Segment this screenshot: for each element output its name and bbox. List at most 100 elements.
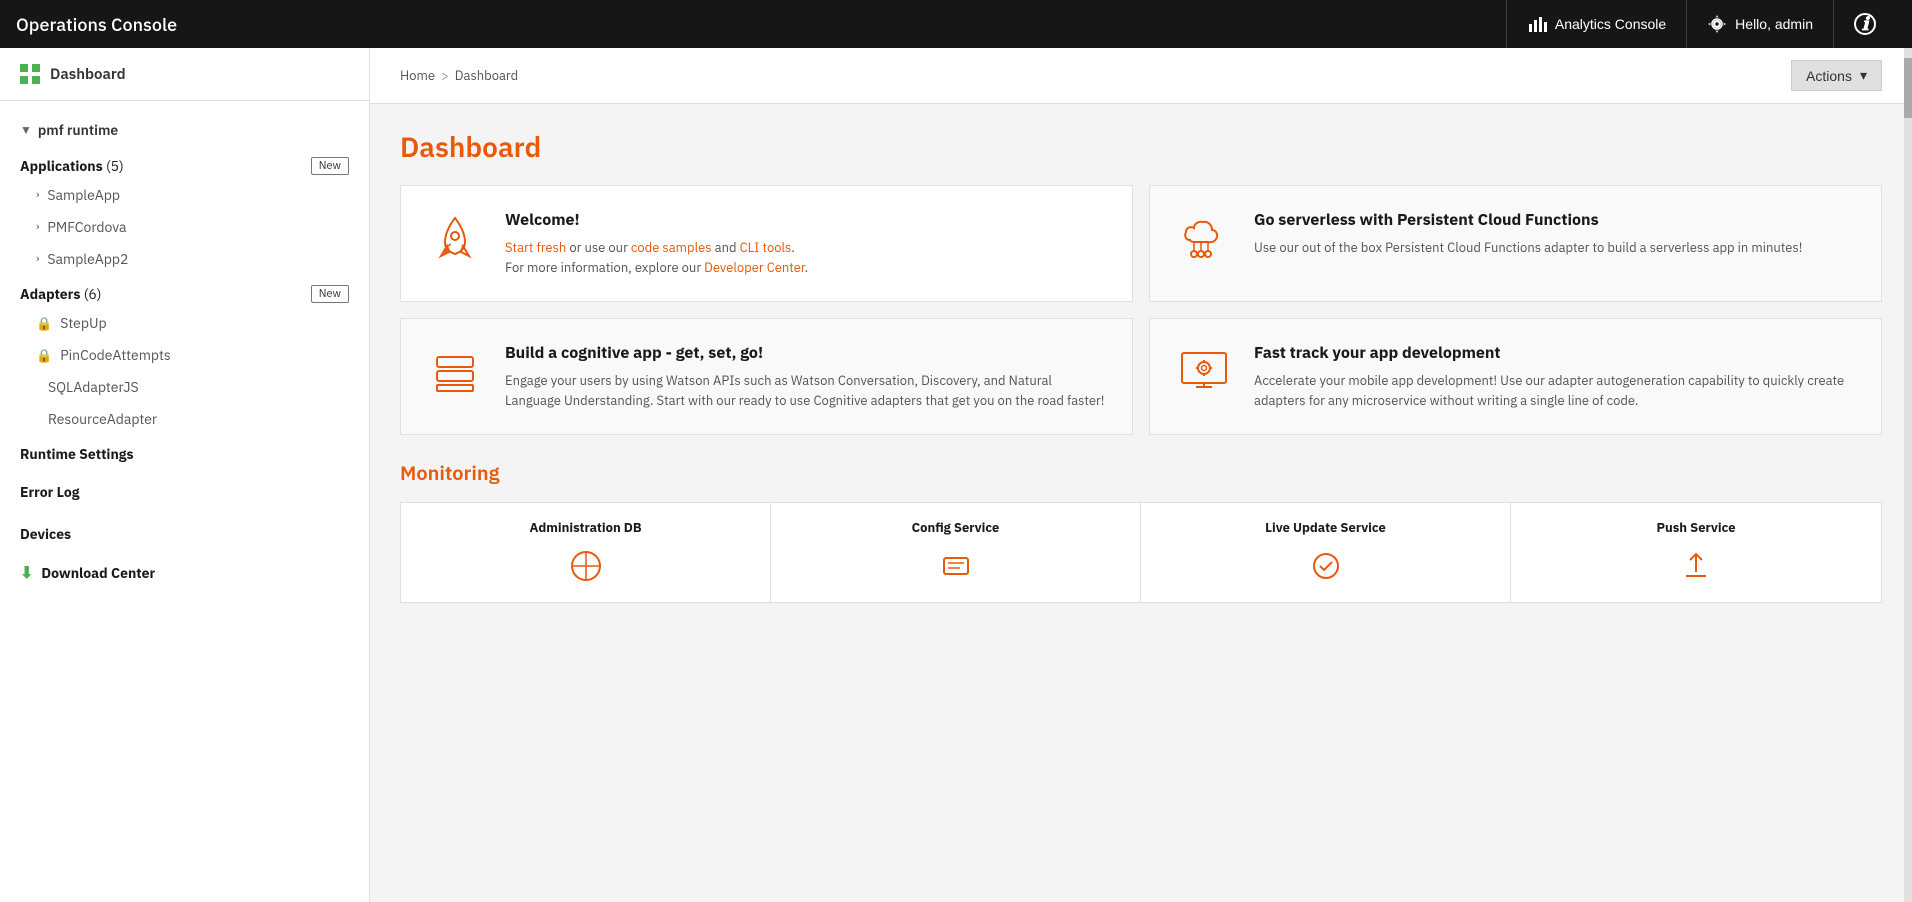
page-title: Dashboard <box>400 128 1882 165</box>
dashboard-grid-icon <box>20 64 40 84</box>
live-update-title: Live Update Service <box>1265 519 1386 536</box>
sidebar-item-runtime-settings[interactable]: Runtime Settings <box>20 435 349 473</box>
sidebar-item-stepup[interactable]: 🔒 StepUp <box>20 307 349 339</box>
developer-center-link[interactable]: Developer Center <box>704 259 805 276</box>
sidebar: Dashboard ▼ pmf runtime Applications (5)… <box>0 48 370 902</box>
code-samples-link[interactable]: code samples <box>631 239 712 256</box>
scrollbar-track[interactable] <box>1904 48 1912 902</box>
welcome-card-body: Welcome! Start fresh or use our code sam… <box>505 210 808 277</box>
monitoring-item-push-service: Push Service <box>1511 503 1881 602</box>
db-icon <box>568 548 604 584</box>
monitoring-item-live-update: Live Update Service <box>1141 503 1511 602</box>
breadcrumb-home[interactable]: Home <box>400 67 435 84</box>
cognitive-card: Build a cognitive app - get, set, go! En… <box>400 318 1133 435</box>
sidebar-item-pmfcordova[interactable]: › PMFCordova <box>20 211 349 243</box>
push-service-icon <box>1676 546 1716 586</box>
applications-new-badge: New <box>311 157 349 175</box>
admin-db-title: Administration DB <box>529 519 641 536</box>
sidebar-item-download-center[interactable]: ⬇ Download Center <box>20 553 349 593</box>
sidebar-item-pincodeattempts[interactable]: 🔒 PinCodeAttempts <box>20 339 349 371</box>
cognitive-card-icon <box>425 343 485 399</box>
serverless-card: Go serverless with Persistent Cloud Func… <box>1149 185 1882 302</box>
serverless-card-text: Use our out of the box Persistent Cloud … <box>1254 238 1802 258</box>
adapters-new-badge: New <box>311 285 349 303</box>
chevron-down-icon: ▾ <box>1860 67 1867 84</box>
app-name-sampleapp2: SampleApp2 <box>47 250 128 268</box>
sidebar-section-runtime: ▼ pmf runtime Applications (5) New › Sam… <box>0 101 369 515</box>
breadcrumb-current: Dashboard <box>455 67 518 84</box>
dashboard-label: Dashboard <box>50 65 126 84</box>
serverless-card-icon <box>1174 210 1234 266</box>
topbar: Operations Console Analytics Console <box>0 0 1912 48</box>
rocket-icon <box>427 210 483 266</box>
cognitive-card-body: Build a cognitive app - get, set, go! En… <box>505 343 1108 410</box>
main-content-area: Home > Dashboard Actions ▾ Dashboard <box>370 48 1912 902</box>
sidebar-devices-section: Devices <box>0 515 369 553</box>
config-icon <box>938 548 974 584</box>
topbar-right: Analytics Console Hello, admin ℹ <box>1506 0 1896 48</box>
analytics-icon <box>1527 14 1547 34</box>
actions-label: Actions <box>1806 68 1852 84</box>
adapter-name-sqladapterjs: SQLAdapterJS <box>48 378 139 396</box>
serverless-card-body: Go serverless with Persistent Cloud Func… <box>1254 210 1802 258</box>
monitoring-grid: Administration DB Config Service <box>400 502 1882 603</box>
settings-icon <box>1707 14 1727 34</box>
scrollbar-thumb[interactable] <box>1904 58 1912 118</box>
sidebar-download-section: ⬇ Download Center <box>0 553 369 593</box>
config-service-title: Config Service <box>912 519 1000 536</box>
app-name-sampleapp: SampleApp <box>47 186 120 204</box>
info-icon: ℹ <box>1854 13 1876 35</box>
monitoring-section-title: Monitoring <box>400 459 1882 486</box>
monitoring-item-admin-db: Administration DB <box>401 503 771 602</box>
chevron-down-icon: ▼ <box>20 123 32 138</box>
actions-button[interactable]: Actions ▾ <box>1791 60 1882 91</box>
applications-label: Applications (5) <box>20 157 124 175</box>
main-header: Home > Dashboard Actions ▾ <box>370 48 1912 104</box>
app-name-pmfcordova: PMFCordova <box>47 218 126 236</box>
adapter-name-pincodeattempts: PinCodeAttempts <box>60 346 171 364</box>
info-button[interactable]: ℹ <box>1833 0 1896 48</box>
fasttrack-card-text: Accelerate your mobile app development! … <box>1254 371 1857 410</box>
cognitive-card-text: Engage your users by using Watson APIs s… <box>505 371 1108 410</box>
sidebar-item-error-log[interactable]: Error Log <box>20 473 349 511</box>
layout: Dashboard ▼ pmf runtime Applications (5)… <box>0 48 1912 902</box>
runtime-header[interactable]: ▼ pmf runtime <box>20 113 349 147</box>
welcome-card-title: Welcome! <box>505 210 808 230</box>
app-title: Operations Console <box>16 13 177 36</box>
push-icon <box>1678 548 1714 584</box>
applications-section: Applications (5) New <box>20 147 349 179</box>
user-menu-button[interactable]: Hello, admin <box>1686 0 1833 48</box>
serverless-card-title: Go serverless with Persistent Cloud Func… <box>1254 210 1802 230</box>
adapters-section: Adapters (6) New <box>20 275 349 307</box>
cognitive-icon <box>427 343 483 399</box>
fasttrack-card-icon <box>1174 343 1234 399</box>
adapter-name-stepup: StepUp <box>60 314 106 332</box>
start-fresh-link[interactable]: Start fresh <box>505 239 566 256</box>
analytics-console-button[interactable]: Analytics Console <box>1506 0 1686 48</box>
welcome-card: Welcome! Start fresh or use our code sam… <box>400 185 1133 302</box>
sidebar-item-sqladapterjs[interactable]: SQLAdapterJS <box>20 371 349 403</box>
sidebar-dashboard[interactable]: Dashboard <box>0 48 369 101</box>
push-service-title: Push Service <box>1656 519 1735 536</box>
sidebar-item-resourceadapter[interactable]: ResourceAdapter <box>20 403 349 435</box>
cards-grid: Welcome! Start fresh or use our code sam… <box>400 185 1882 435</box>
chevron-right-icon: › <box>36 220 39 234</box>
fasttrack-card-title: Fast track your app development <box>1254 343 1857 363</box>
user-label: Hello, admin <box>1735 16 1813 32</box>
sidebar-item-devices[interactable]: Devices <box>20 515 349 553</box>
dashboard-content: Dashboard <box>370 104 1912 627</box>
chevron-right-icon: › <box>36 252 39 266</box>
cli-tools-link[interactable]: CLI tools <box>740 239 792 256</box>
fasttrack-card-body: Fast track your app development Accelera… <box>1254 343 1857 410</box>
cognitive-card-title: Build a cognitive app - get, set, go! <box>505 343 1108 363</box>
fasttrack-card: Fast track your app development Accelera… <box>1149 318 1882 435</box>
sidebar-item-sampleapp2[interactable]: › SampleApp2 <box>20 243 349 275</box>
welcome-card-text: Start fresh or use our code samples and … <box>505 238 808 277</box>
download-icon: ⬇ <box>20 563 33 583</box>
admin-db-icon <box>566 546 606 586</box>
breadcrumb-separator: > <box>441 67 449 84</box>
chevron-right-icon: › <box>36 188 39 202</box>
sidebar-item-sampleapp[interactable]: › SampleApp <box>20 179 349 211</box>
live-update-icon <box>1306 546 1346 586</box>
monitoring-item-config-service: Config Service <box>771 503 1141 602</box>
